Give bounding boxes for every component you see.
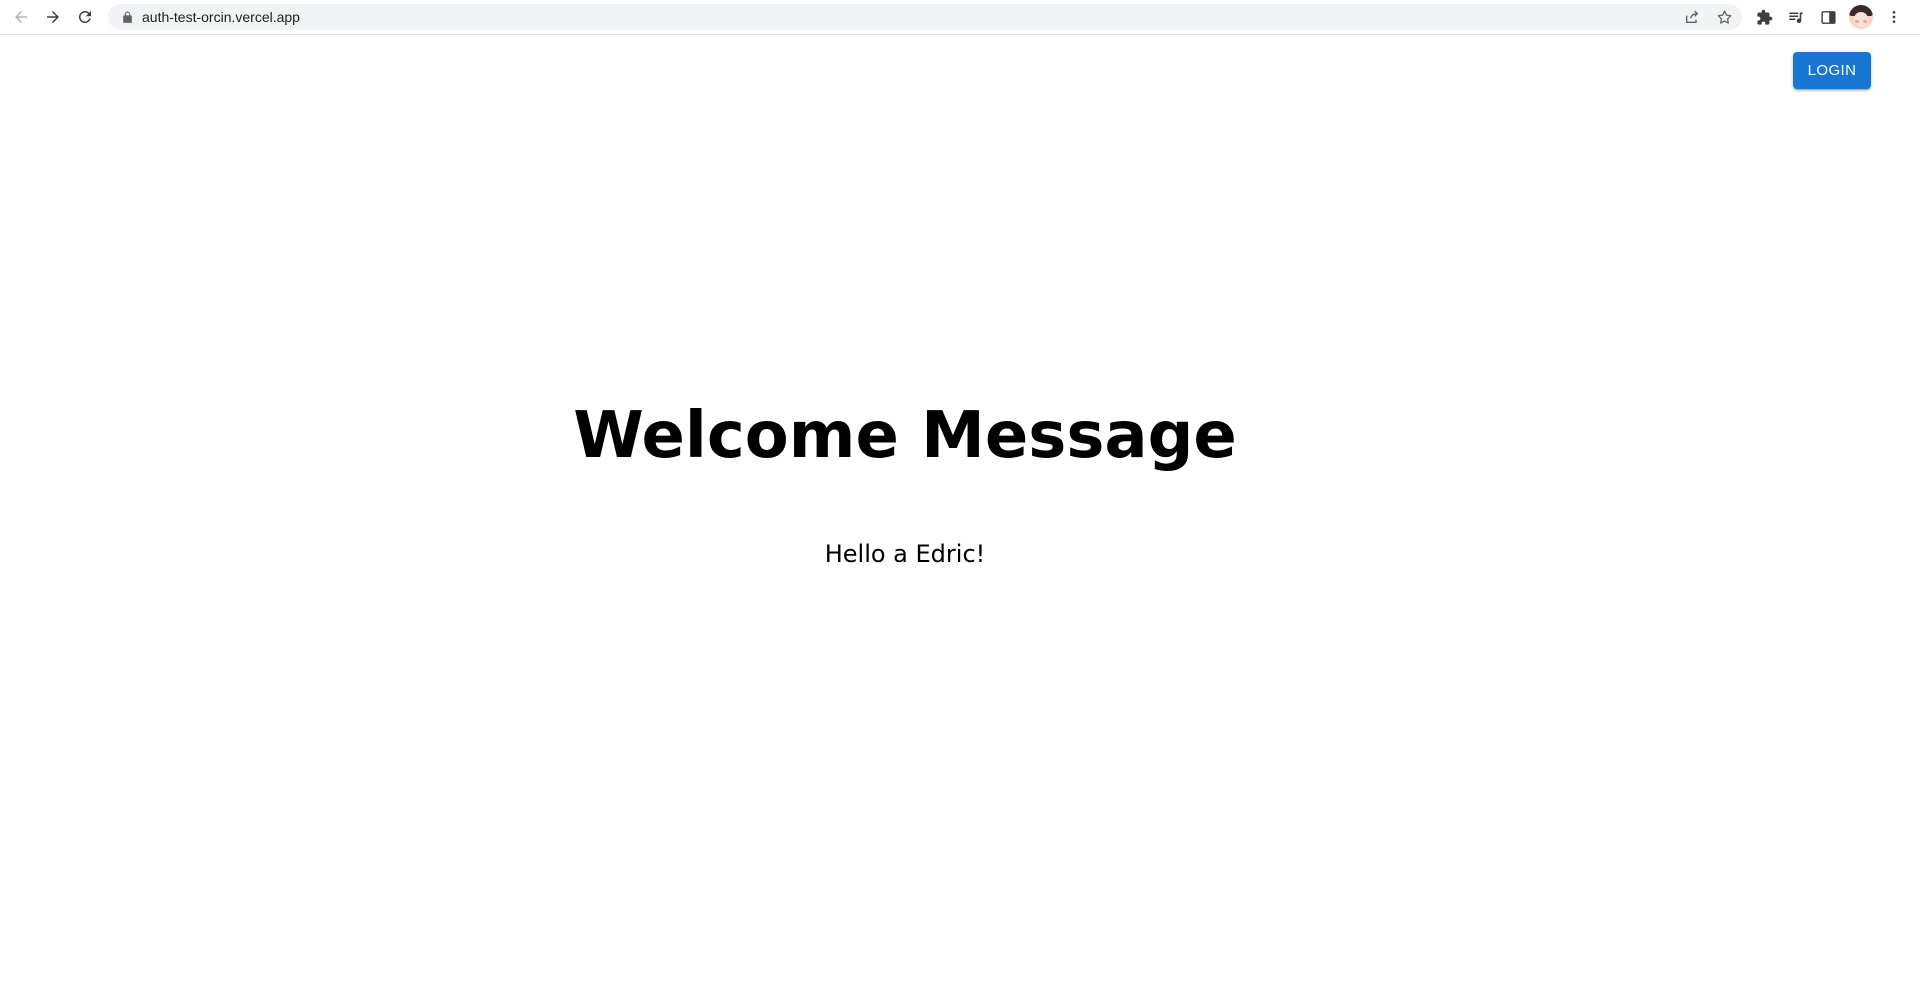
lock-icon[interactable] [120, 10, 134, 24]
main-content: Welcome Message Hello a Edric! [0, 36, 1810, 995]
arrow-right-icon [47, 11, 59, 23]
back-button[interactable] [5, 1, 37, 33]
media-queue-icon[interactable] [1785, 6, 1807, 28]
greeting-text: Hello a Edric! [824, 540, 986, 568]
side-panel-icon[interactable] [1817, 6, 1839, 28]
kebab-menu-icon[interactable] [1883, 6, 1905, 28]
arrow-left-icon [15, 11, 27, 23]
reload-button[interactable] [69, 1, 101, 33]
url-text[interactable]: auth-test-orcin.vercel.app [142, 9, 300, 25]
browser-toolbar: auth-test-orcin.vercel.app [0, 0, 1920, 35]
forward-button[interactable] [37, 1, 69, 33]
reload-icon [78, 10, 91, 23]
star-icon[interactable] [1714, 7, 1734, 27]
page-title: Welcome Message [573, 399, 1237, 473]
address-bar[interactable]: auth-test-orcin.vercel.app [108, 4, 1742, 30]
avatar[interactable] [1849, 5, 1873, 29]
puzzle-icon[interactable] [1753, 6, 1775, 28]
share-icon[interactable] [1682, 7, 1702, 27]
